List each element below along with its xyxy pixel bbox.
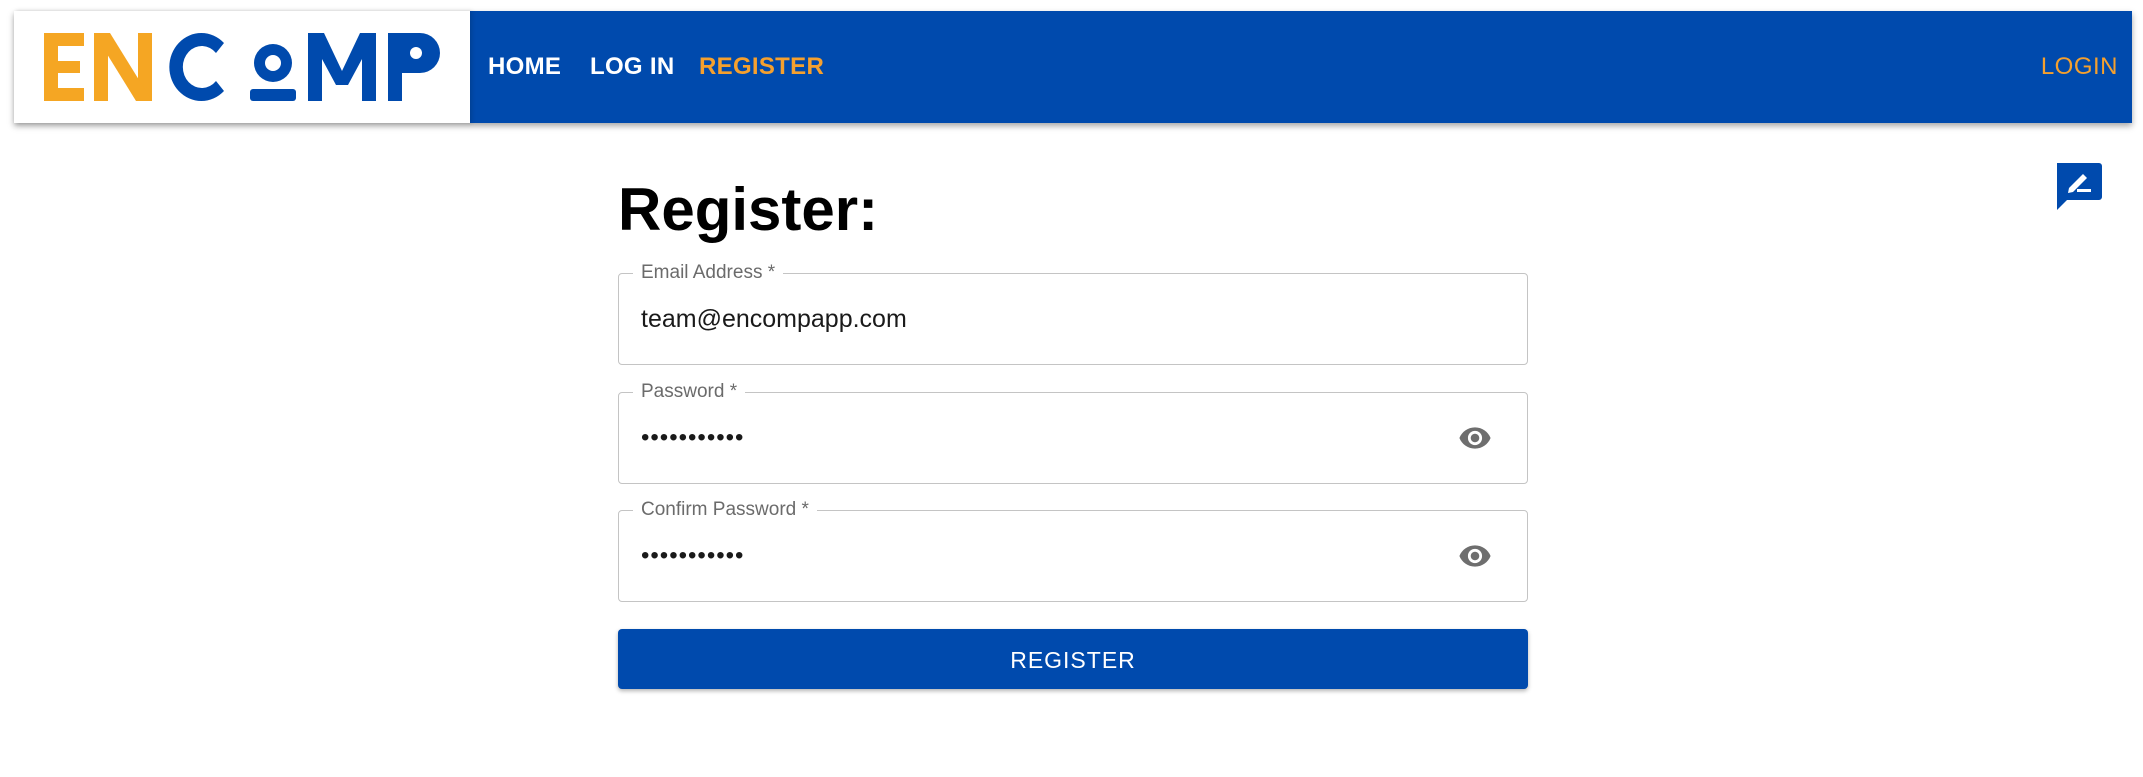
register-button[interactable]: REGISTER: [618, 629, 1528, 689]
feedback-button[interactable]: [2053, 160, 2103, 210]
password-input[interactable]: •••••••••••: [641, 393, 1421, 483]
encomp-logo-icon: [44, 33, 440, 102]
nav-home-link[interactable]: HOME: [488, 11, 561, 123]
confirm-password-input[interactable]: •••••••••••: [641, 511, 1421, 601]
eye-icon[interactable]: [1457, 421, 1493, 455]
email-input[interactable]: team@encompapp.com: [641, 274, 1421, 364]
login-button[interactable]: LOGIN: [2041, 11, 2118, 123]
eye-icon[interactable]: [1457, 539, 1493, 573]
confirm-password-field[interactable]: Confirm Password * •••••••••••: [618, 498, 1528, 602]
logo[interactable]: [14, 11, 470, 123]
feedback-edit-icon: [2057, 163, 2102, 210]
page-title: Register:: [618, 176, 879, 243]
nav-register-link[interactable]: REGISTER: [699, 11, 824, 123]
top-navbar: HOME LOG IN REGISTER LOGIN: [14, 11, 2132, 123]
nav-login-link[interactable]: LOG IN: [590, 11, 674, 123]
password-field[interactable]: Password * •••••••••••: [618, 380, 1528, 484]
email-field[interactable]: Email Address * team@encompapp.com: [618, 261, 1528, 365]
